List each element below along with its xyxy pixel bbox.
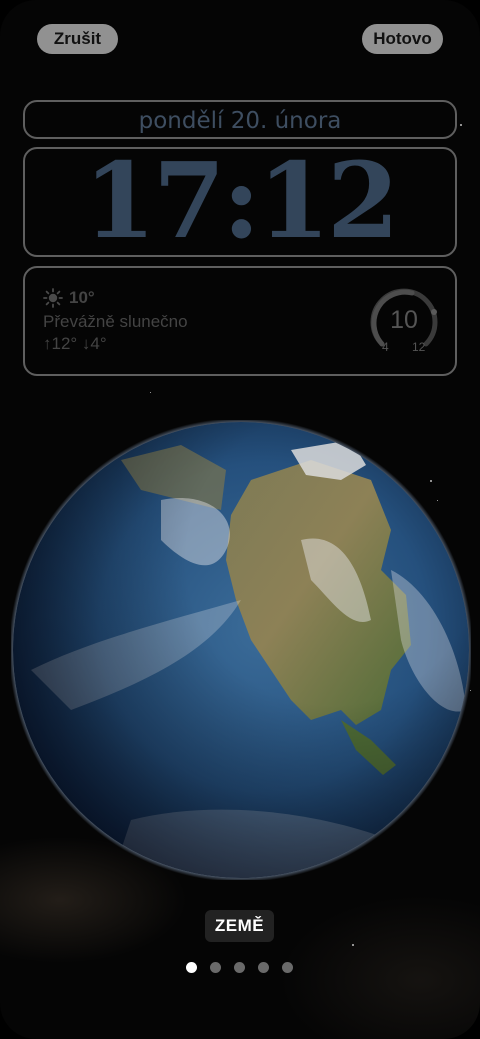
earth-wallpaper-image bbox=[11, 420, 471, 880]
gauge-min-value: 4 bbox=[382, 340, 389, 354]
page-dot-3[interactable] bbox=[234, 962, 245, 973]
gauge-current-value: 10 bbox=[390, 306, 418, 334]
wallpaper-name-label: ZEMĚ bbox=[205, 910, 274, 942]
page-dot-5[interactable] bbox=[282, 962, 293, 973]
clock-widget-slot[interactable]: 17:12 bbox=[23, 147, 457, 257]
star bbox=[150, 392, 151, 393]
weather-temperature: 10° bbox=[69, 288, 95, 307]
page-dot-4[interactable] bbox=[258, 962, 269, 973]
cancel-button[interactable]: Zrušit bbox=[37, 24, 118, 54]
clock-time: 17:12 bbox=[83, 139, 400, 262]
date-label: pondělí 20. února bbox=[138, 108, 342, 134]
page-dot-1[interactable] bbox=[186, 962, 197, 973]
lock-screen-editor: Zrušit Hotovo pondělí 20. února 17:12 10… bbox=[0, 0, 480, 1039]
page-indicator[interactable] bbox=[186, 962, 293, 973]
star bbox=[352, 944, 354, 946]
page-dot-2[interactable] bbox=[210, 962, 221, 973]
sun-icon bbox=[43, 288, 63, 308]
temperature-gauge: 10 4 12 bbox=[368, 286, 440, 358]
weather-condition: Převážně slunečno bbox=[43, 312, 188, 331]
date-widget-slot[interactable]: pondělí 20. února bbox=[23, 100, 457, 139]
weather-widget-slot[interactable]: 10° Převážně slunečno ↑12° ↓4° 10 4 12 bbox=[23, 266, 457, 376]
weather-high-low: ↑12° ↓4° bbox=[43, 334, 107, 353]
done-button[interactable]: Hotovo bbox=[362, 24, 443, 54]
star bbox=[460, 124, 462, 126]
weather-summary: 10° Převážně slunečno ↑12° ↓4° bbox=[43, 288, 188, 354]
gauge-max-value: 12 bbox=[412, 340, 426, 354]
